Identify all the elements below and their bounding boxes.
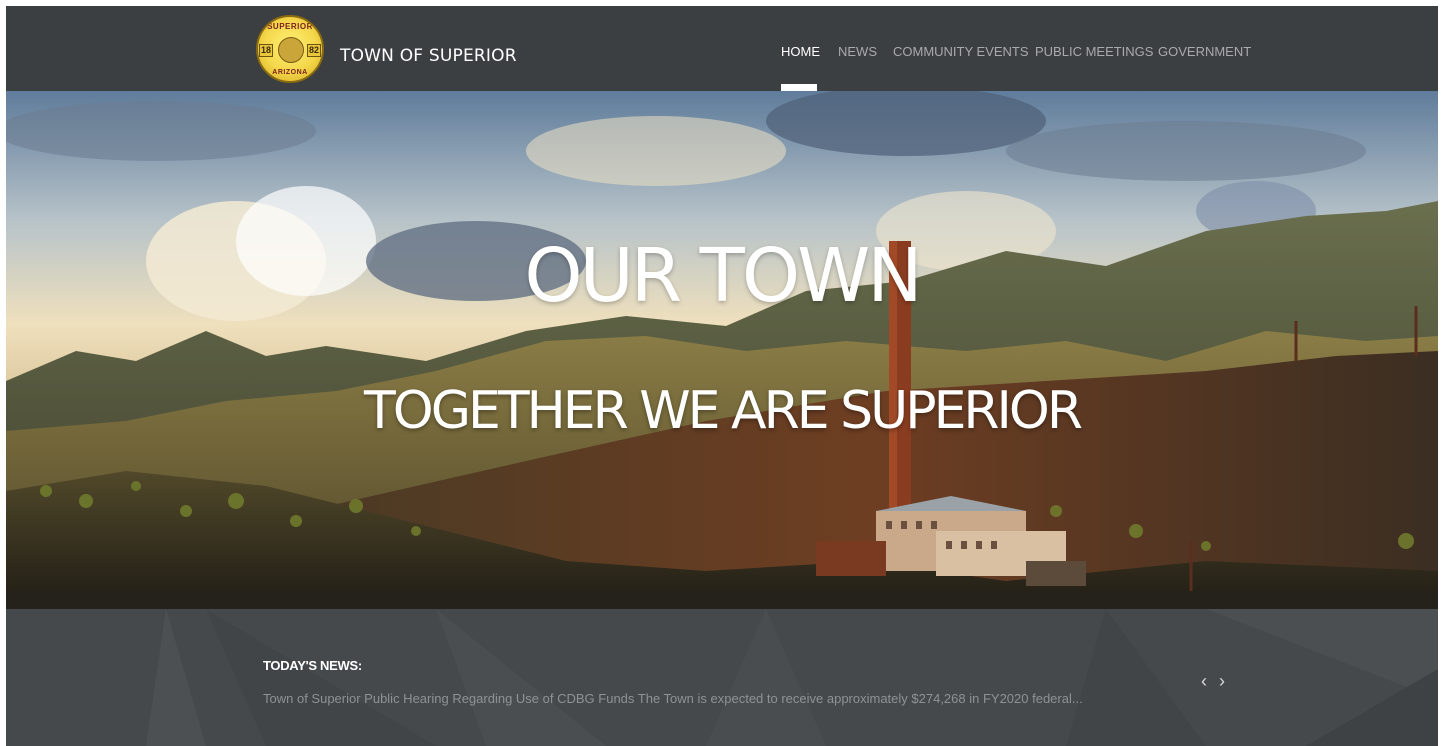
nav-item-government[interactable]: GOVERNMENT <box>1158 44 1251 59</box>
hero-title: OUR TOWN <box>524 233 922 319</box>
site-title[interactable]: TOWN OF SUPERIOR <box>340 46 517 66</box>
hero-landscape-image <box>6 91 1438 609</box>
news-ticker: TODAY'S NEWS: Town of Superior Public He… <box>6 609 1438 746</box>
logo-emblem <box>278 37 304 63</box>
news-prev-arrow-icon[interactable]: ‹ <box>1201 672 1207 690</box>
logo-year-left: 18 <box>259 44 274 57</box>
news-next-arrow-icon[interactable]: › <box>1219 672 1225 690</box>
nav-item-news[interactable]: NEWS <box>838 44 877 59</box>
todays-news-label: TODAY'S NEWS: <box>263 658 362 673</box>
nav-active-indicator <box>781 84 817 91</box>
nav-item-home[interactable]: HOME <box>781 44 820 59</box>
hero-subtitle: TOGETHER WE ARE SUPERIOR <box>364 381 1083 441</box>
hero-banner: OUR TOWN TOGETHER WE ARE SUPERIOR <box>6 91 1438 609</box>
logo-top-text: SUPERIOR <box>267 22 313 31</box>
logo-year-right: 82 <box>306 44 321 57</box>
site-header: SUPERIOR 18 82 ARIZONA TOWN OF SUPERIOR … <box>6 6 1438 91</box>
browser-viewport: SUPERIOR 18 82 ARIZONA TOWN OF SUPERIOR … <box>6 6 1438 746</box>
news-headline-link[interactable]: Town of Superior Public Hearing Regardin… <box>263 691 1103 706</box>
nav-item-community-events[interactable]: COMMUNITY EVENTS <box>893 44 1029 59</box>
logo-bottom-text: ARIZONA <box>272 69 308 76</box>
town-seal-logo[interactable]: SUPERIOR 18 82 ARIZONA <box>256 15 324 83</box>
nav-item-public-meetings[interactable]: PUBLIC MEETINGS <box>1035 44 1153 59</box>
